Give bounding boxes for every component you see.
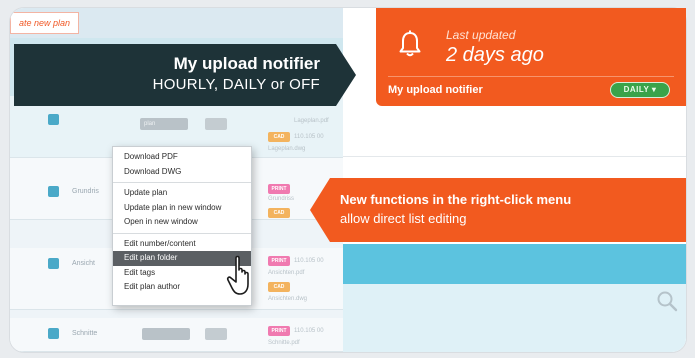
file-code: 110.105 00 bbox=[294, 258, 324, 264]
file-name: Ansichten.pdf bbox=[268, 270, 305, 276]
menu-item-update-plan[interactable]: Update plan bbox=[113, 186, 251, 201]
plan-select[interactable]: plan bbox=[140, 118, 188, 130]
frequency-dropdown[interactable]: DAILY ▾ bbox=[610, 82, 670, 98]
callout-subtitle: allow direct list editing bbox=[340, 211, 467, 226]
file-name: Schnitte.pdf bbox=[268, 340, 300, 346]
callout-pointer bbox=[336, 44, 356, 106]
upload-notifier-card: Last updated 2 days ago My upload notifi… bbox=[376, 8, 686, 106]
row-checkbox[interactable] bbox=[48, 114, 59, 125]
notifier-name: My upload notifier bbox=[388, 84, 483, 96]
cad-badge: CAD bbox=[268, 208, 290, 218]
menu-separator bbox=[113, 232, 251, 234]
highlight-band bbox=[343, 244, 686, 284]
menu-item-download-dwg[interactable]: Download DWG bbox=[113, 165, 251, 180]
file-code: 110.105 00 bbox=[294, 134, 324, 140]
menu-item-update-plan-new-window[interactable]: Update plan in new window bbox=[113, 201, 251, 216]
file-name: Grundriss bbox=[268, 196, 295, 202]
context-menu-callout: New functions in the right-click menu al… bbox=[330, 178, 686, 242]
row-field bbox=[205, 328, 227, 340]
menu-item-open-new-window[interactable]: Open in new window bbox=[113, 215, 251, 230]
file-name: Lageplan.pdf bbox=[294, 118, 329, 124]
list-toolbar: ate new plan bbox=[10, 8, 343, 38]
file-name: Lageplan.dwg bbox=[268, 146, 306, 152]
plan-select[interactable] bbox=[142, 328, 190, 340]
callout-title: New functions in the right-click menu bbox=[340, 192, 572, 207]
row-checkbox[interactable] bbox=[48, 186, 59, 197]
divider bbox=[343, 156, 686, 157]
file-name: Ansichten.dwg bbox=[268, 296, 308, 302]
print-badge: PRINT bbox=[268, 184, 290, 194]
divider bbox=[388, 76, 674, 77]
menu-item-edit-number-content[interactable]: Edit number/content bbox=[113, 237, 251, 252]
menu-separator bbox=[113, 182, 251, 183]
callout-pointer bbox=[310, 178, 330, 242]
plan-name: Ansicht bbox=[72, 260, 95, 267]
last-updated-value: 2 days ago bbox=[446, 44, 544, 66]
menu-item-download-pdf[interactable]: Download PDF bbox=[113, 150, 251, 165]
detail-band bbox=[343, 284, 686, 352]
last-updated-label: Last updated bbox=[446, 28, 516, 42]
create-plan-button[interactable]: ate new plan bbox=[10, 12, 80, 34]
print-badge: PRINT bbox=[268, 326, 290, 336]
callout-title: My upload notifier bbox=[173, 54, 320, 73]
row-checkbox[interactable] bbox=[48, 328, 59, 339]
plan-name: Grundris bbox=[72, 188, 99, 195]
search-icon[interactable] bbox=[656, 290, 678, 312]
row-field bbox=[205, 118, 227, 130]
plan-name: Schnitte bbox=[72, 330, 98, 337]
bell-icon bbox=[399, 30, 421, 57]
table-row[interactable]: Schnitte PRINT 110.105 00 Schnitte.pdf bbox=[10, 318, 343, 352]
notifier-callout: My upload notifier HOURLY, DAILY or OFF bbox=[14, 44, 336, 106]
cad-badge: CAD bbox=[268, 132, 290, 142]
row-checkbox[interactable] bbox=[48, 258, 59, 269]
cad-badge: CAD bbox=[268, 282, 290, 292]
callout-subtitle: HOURLY, DAILY or OFF bbox=[152, 76, 320, 93]
print-badge: PRINT bbox=[268, 256, 290, 266]
cursor-icon bbox=[226, 255, 249, 295]
file-code: 110.105 00 bbox=[294, 328, 324, 334]
